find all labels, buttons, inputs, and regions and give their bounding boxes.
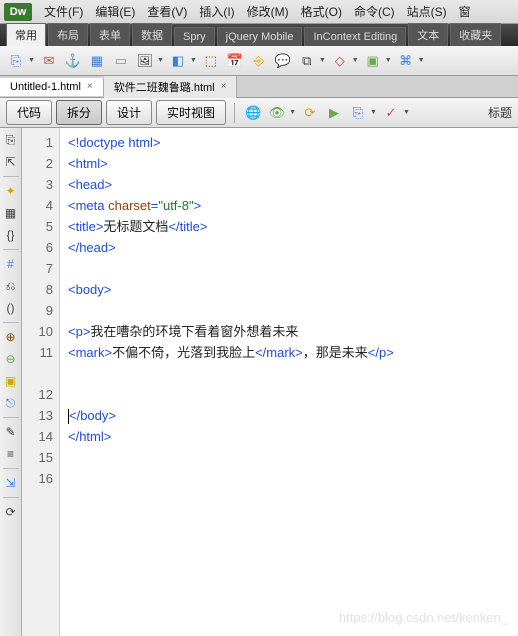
app-logo: Dw <box>4 3 32 21</box>
code-editor-area: ⎘ ⇱ ✦ ▦ {} # ⎌ () ⊕ ⊖ ▣ ⎋ ✎ ≡ ⇲ ⟳ 123456… <box>0 128 518 636</box>
file-mgmt-icon[interactable]: ⎘ <box>348 103 368 123</box>
refresh-icon[interactable]: ⟳ <box>3 504 19 520</box>
live-view-button[interactable]: 实时视图 <box>156 100 226 125</box>
document-tab-label: Untitled-1.html <box>10 81 81 93</box>
menu-bar: Dw 文件(F) 编辑(E) 查看(V) 插入(I) 修改(M) 格式(O) 命令(C) 站点… <box>0 0 518 24</box>
document-tabs: Untitled-1.html × 软件二班魏鲁璐.html × <box>0 76 518 98</box>
recent-snippets-icon[interactable]: ⎋ <box>3 395 19 411</box>
title-label: 标题 <box>488 104 512 121</box>
close-icon[interactable]: × <box>87 81 93 92</box>
category-tab[interactable]: jQuery Mobile <box>217 27 303 46</box>
split-view-button[interactable]: 拆分 <box>56 100 102 125</box>
code-line[interactable]: </head> <box>68 237 518 258</box>
collapse-icon[interactable]: ⇱ <box>3 154 19 170</box>
document-tab[interactable]: 软件二班魏鲁璐.html × <box>104 76 238 98</box>
code-line[interactable]: <title>无标题文档</title> <box>68 216 518 237</box>
menu-item[interactable]: 命令(C) <box>354 3 395 20</box>
indent-icon[interactable]: ≡ <box>3 446 19 462</box>
menu-item[interactable]: 文件(F) <box>44 3 83 20</box>
apply-comment-icon[interactable]: ⊕ <box>3 329 19 345</box>
close-icon[interactable]: × <box>221 81 227 92</box>
insert-toolbar: ⎘▼ ✉ ⚓ ▦ ▭ 🖼▼ ◧▼ ⬚ 📅 ⎆ 💬 ⧉▼ ◇▼ ▣▼ ⌘▼ <box>0 46 518 76</box>
code-content[interactable]: <!doctype html><html><head><meta charset… <box>60 128 518 636</box>
code-line[interactable]: <html> <box>68 153 518 174</box>
tag-chooser-icon[interactable]: ⌘ <box>396 51 416 71</box>
coding-toolbar: ⎘ ⇱ ✦ ▦ {} # ⎌ () ⊕ ⊖ ▣ ⎋ ✎ ≡ ⇲ ⟳ <box>0 128 22 636</box>
menu-item[interactable]: 站点(S) <box>407 3 447 20</box>
media-icon[interactable]: ◧ <box>168 51 188 71</box>
code-line[interactable]: <head> <box>68 174 518 195</box>
category-tab[interactable]: 文本 <box>408 23 448 46</box>
code-line[interactable] <box>68 384 518 405</box>
browser-nav-icon[interactable]: ▶ <box>324 103 344 123</box>
insert-div-icon[interactable]: ▭ <box>111 51 131 71</box>
code-line[interactable]: <meta charset="utf-8"> <box>68 195 518 216</box>
code-line[interactable]: <mark>不偏不倚，光落到我脸上</mark>，那是未来</p> <box>68 342 518 363</box>
code-line[interactable]: <p>我在嘈杂的环境下看着窗外想着未来 <box>68 321 518 342</box>
email-link-icon[interactable]: ✉ <box>39 51 59 71</box>
document-toolbar: 代码 拆分 设计 实时视图 🌐 👁▼ ⟳ ▶ ⎘▼ ✓▼ 标题 <box>0 98 518 128</box>
open-documents-icon[interactable]: ⎘ <box>3 132 19 148</box>
category-tab-bar: 常用布局表单数据SpryjQuery MobileInContext Editi… <box>0 24 518 46</box>
design-view-button[interactable]: 设计 <box>106 100 152 125</box>
document-tab[interactable]: Untitled-1.html × <box>0 78 104 96</box>
named-anchor-icon[interactable]: ⚓ <box>63 51 83 71</box>
menu-item[interactable]: 窗 <box>459 3 471 20</box>
category-tab[interactable]: 常用 <box>6 23 46 46</box>
comment-icon[interactable]: 💬 <box>273 51 293 71</box>
menu-item[interactable]: 编辑(E) <box>95 3 135 20</box>
date-icon[interactable]: 📅 <box>225 51 245 71</box>
code-line[interactable]: </body> <box>68 405 518 426</box>
menu-item[interactable]: 插入(I) <box>199 3 234 20</box>
wrap-tag-icon[interactable]: ▣ <box>3 373 19 389</box>
widget-icon[interactable]: ⬚ <box>201 51 221 71</box>
move-css-icon[interactable]: ✎ <box>3 424 19 440</box>
select-parent-icon[interactable]: ▦ <box>3 205 19 221</box>
category-tab[interactable]: 布局 <box>48 23 88 46</box>
code-line[interactable]: <!doctype html> <box>68 132 518 153</box>
table-icon[interactable]: ▦ <box>87 51 107 71</box>
templates-icon[interactable]: ▣ <box>363 51 383 71</box>
remove-comment-icon[interactable]: ⊖ <box>3 351 19 367</box>
hyperlink-icon[interactable]: ⎘ <box>6 51 26 71</box>
live-code-icon[interactable]: 🌐 <box>243 103 263 123</box>
category-tab[interactable]: Spry <box>174 27 215 46</box>
category-tab[interactable]: 收藏夹 <box>450 23 501 46</box>
server-debug-icon[interactable]: ⟳ <box>300 103 320 123</box>
menu-item[interactable]: 查看(V) <box>147 3 187 20</box>
image-icon[interactable]: 🖼 <box>135 51 155 71</box>
document-tab-label: 软件二班魏鲁璐.html <box>114 79 215 95</box>
category-tab[interactable]: InContext Editing <box>304 27 406 46</box>
code-view-button[interactable]: 代码 <box>6 100 52 125</box>
code-line[interactable] <box>68 300 518 321</box>
category-tab[interactable]: 数据 <box>132 23 172 46</box>
format-source-icon[interactable]: ⇲ <box>3 475 19 491</box>
syntax-error-icon[interactable]: () <box>3 300 19 316</box>
code-line[interactable] <box>68 363 518 384</box>
code-line[interactable]: </html> <box>68 426 518 447</box>
menu-item[interactable]: 格式(O) <box>301 3 342 20</box>
inspect-icon[interactable]: 👁 <box>267 103 287 123</box>
balance-braces-icon[interactable]: {} <box>3 227 19 243</box>
script-icon[interactable]: ◇ <box>330 51 350 71</box>
code-line[interactable] <box>68 258 518 279</box>
preview-icon[interactable]: ✓ <box>381 103 401 123</box>
menu-item[interactable]: 修改(M) <box>247 3 289 20</box>
watermark-text: https://blog.csdn.net/kenken_ <box>339 607 508 628</box>
code-line[interactable]: <body> <box>68 279 518 300</box>
category-tab[interactable]: 表单 <box>90 23 130 46</box>
head-icon[interactable]: ⧉ <box>297 51 317 71</box>
code-line[interactable] <box>68 447 518 468</box>
highlight-invalid-icon[interactable]: ⎌ <box>3 278 19 294</box>
line-numbers-icon[interactable]: # <box>3 256 19 272</box>
server-include-icon[interactable]: ⎆ <box>249 51 269 71</box>
expand-all-icon[interactable]: ✦ <box>3 183 19 199</box>
line-number-gutter: 1234567891011 1213141516 <box>22 128 60 636</box>
